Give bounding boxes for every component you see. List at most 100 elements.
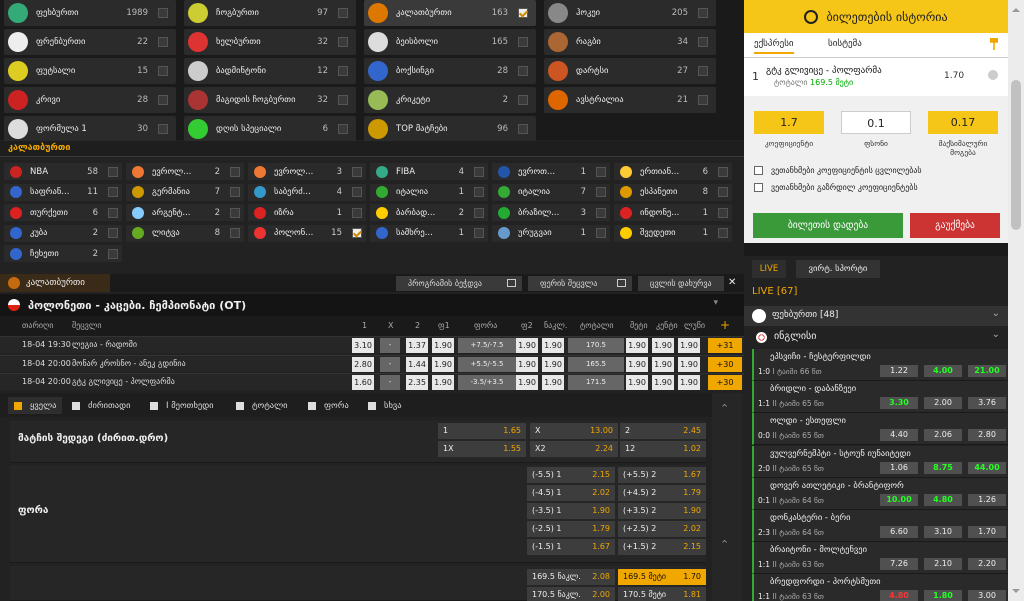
odd-button-plus[interactable]: +31: [708, 338, 742, 353]
category-checkbox[interactable]: [108, 248, 118, 259]
live-odd-button[interactable]: 3.10: [924, 526, 962, 538]
live-odd-button[interactable]: 2.10: [924, 558, 962, 571]
live-odd-button[interactable]: 4.40: [880, 429, 918, 442]
sport-tile[interactable]: ფრენბურთი 22: [4, 29, 176, 55]
ticket-history-button[interactable]: ბილეთების ისტორია: [744, 0, 1008, 33]
category-item[interactable]: სამხრე... 1: [370, 224, 488, 242]
odd-button-plus[interactable]: +30: [708, 375, 742, 390]
live-odd-button[interactable]: 1.26: [968, 493, 1006, 506]
live-odd-button[interactable]: 1.80: [924, 590, 962, 601]
category-item[interactable]: ევროლ... 3: [248, 163, 366, 180]
handicap-odd[interactable]: (-2.5) 1 1.79: [527, 521, 615, 537]
live-odd-button[interactable]: 21.00: [968, 365, 1006, 377]
odd-button-o1[interactable]: 3.10: [352, 338, 374, 353]
category-checkbox[interactable]: [596, 228, 606, 238]
scroll-down-icon[interactable]: [1012, 589, 1020, 597]
handicap-odd[interactable]: (-1.5) 1 1.67: [527, 539, 615, 555]
tab-live[interactable]: LIVE: [752, 260, 786, 278]
live-odd-button[interactable]: 2.20: [968, 558, 1006, 571]
sport-tile[interactable]: დარტსი 27: [544, 58, 716, 84]
collapse-up-icon-2[interactable]: ⌃: [720, 539, 732, 551]
category-item[interactable]: გერმანია 7: [126, 183, 244, 201]
chevron-down-icon[interactable]: ▾: [713, 298, 718, 308]
odd-button-fora[interactable]: +7.5/-7.5: [458, 338, 516, 353]
sport-tile[interactable]: ფეხბურთი 1989: [4, 0, 176, 26]
odd-button-o1[interactable]: 2.80: [352, 356, 374, 372]
sport-checkbox[interactable]: [698, 37, 708, 47]
sport-tile[interactable]: ჩოგბურთი 97: [184, 0, 356, 26]
sport-checkbox[interactable]: [518, 8, 528, 18]
market-odd[interactable]: X2 2.24: [530, 441, 618, 457]
market-tab[interactable]: ტოტალი: [230, 397, 298, 414]
live-odd-button[interactable]: 2.06: [924, 429, 962, 442]
category-item[interactable]: ლიტვა 8: [126, 224, 244, 242]
category-checkbox[interactable]: [474, 207, 484, 218]
live-event[interactable]: ვულვერნემპტი - სტოუნ იუნაიტედი 2:0 II ტაი…: [752, 445, 1008, 478]
odd-button-plus[interactable]: +30: [708, 356, 742, 372]
sport-tile[interactable]: დღის სპეციალი 6: [184, 116, 356, 142]
sport-tile[interactable]: ხელბურთი 32: [184, 29, 356, 55]
live-event[interactable]: დოვერ ათლეტიკი - ბრანტიფორ 0:1 II ტაიმი 6…: [752, 477, 1008, 510]
category-checkbox[interactable]: [352, 166, 362, 177]
category-item[interactable]: ესპანეთი 8: [614, 183, 732, 201]
market-tab[interactable]: I მეოთხედი: [144, 397, 226, 414]
handicap-odd[interactable]: (+3.5) 2 1.90: [618, 503, 706, 519]
sport-checkbox[interactable]: [338, 66, 348, 76]
category-item[interactable]: ინდონე... 1: [614, 204, 732, 221]
scrollbar[interactable]: [1008, 0, 1024, 601]
category-checkbox[interactable]: [352, 187, 362, 197]
live-sport-row[interactable]: ფეხბურთი [48] ⌄: [744, 306, 1008, 326]
pin-icon[interactable]: [990, 38, 998, 50]
category-item[interactable]: ურუგვაი 1: [492, 224, 610, 242]
category-item[interactable]: თურქეთი 6: [4, 204, 122, 221]
sport-tile[interactable]: ფუტსალი 15: [4, 58, 176, 84]
sport-tile[interactable]: ავსტრალია 21: [544, 87, 716, 113]
odd-button-total[interactable]: 165.5: [568, 356, 624, 372]
sport-checkbox[interactable]: [338, 95, 348, 105]
category-checkbox[interactable]: [108, 228, 118, 238]
odd-button-odd[interactable]: 1.90: [652, 375, 674, 390]
live-odd-button[interactable]: 44.00: [968, 461, 1006, 474]
live-odd-button[interactable]: 10.00: [880, 493, 918, 506]
tab-virtual[interactable]: ვირტ. სპორტი: [796, 260, 880, 278]
category-checkbox[interactable]: [596, 207, 606, 218]
live-odd-button[interactable]: 4.80: [924, 493, 962, 506]
category-checkbox[interactable]: [596, 187, 606, 197]
odd-button-f2[interactable]: 1.90: [516, 338, 538, 353]
category-item[interactable]: FIBA 4: [370, 163, 488, 180]
total-odd[interactable]: 169.5 ნაკლ. 2.08: [527, 569, 615, 585]
category-item[interactable]: ბრაზილ... 3: [492, 204, 610, 221]
cancel-button[interactable]: გაუქმება: [910, 213, 1000, 238]
handicap-odd[interactable]: (+4.5) 2 1.79: [618, 485, 706, 501]
odd-button-ox[interactable]: -: [380, 338, 400, 353]
category-item[interactable]: საფრან... 11: [4, 183, 122, 201]
odd-button-f2[interactable]: 1.90: [516, 356, 538, 372]
market-tab[interactable]: ფორა: [302, 397, 358, 414]
scroll-thumb[interactable]: [1011, 80, 1021, 230]
category-item[interactable]: პოლონ... 15: [248, 224, 366, 242]
sport-checkbox[interactable]: [158, 66, 168, 76]
sport-tile[interactable]: ბეისბოლი 165: [364, 29, 536, 55]
stake-input[interactable]: 0.1: [841, 111, 911, 134]
live-event[interactable]: ბრიდლი - დაბანზეეი 1:1 II ტაიმი 65 წთ 3.30…: [752, 381, 1008, 414]
odd-button-o2[interactable]: 1.37: [406, 338, 428, 353]
odd-button-more[interactable]: 1.90: [626, 338, 648, 353]
sport-checkbox[interactable]: [518, 37, 528, 47]
category-item[interactable]: შვედეთი 1: [614, 224, 732, 242]
sport-tile[interactable]: ბოქსინგი 28: [364, 58, 536, 84]
sport-checkbox[interactable]: [338, 37, 348, 47]
odd-button-total[interactable]: 170.5: [568, 338, 624, 353]
market-odd[interactable]: 1 1.65: [438, 423, 526, 439]
category-checkbox[interactable]: [230, 166, 240, 177]
category-checkbox[interactable]: [718, 187, 728, 197]
odd-button-even[interactable]: 1.90: [678, 338, 700, 353]
handicap-odd[interactable]: (+2.5) 2 2.02: [618, 521, 706, 537]
live-odd-button[interactable]: 3.30: [880, 397, 918, 410]
sport-tile[interactable]: კრიკეტი 2: [364, 87, 536, 113]
category-checkbox[interactable]: [108, 187, 118, 197]
odd-button-kef[interactable]: 1.90: [542, 375, 564, 390]
odd-button-total[interactable]: 171.5: [568, 375, 624, 390]
sport-tile[interactable]: TOP მატჩები 96: [364, 116, 536, 142]
odd-button-more[interactable]: 1.90: [626, 375, 648, 390]
odd-button-kef[interactable]: 1.90: [542, 338, 564, 353]
